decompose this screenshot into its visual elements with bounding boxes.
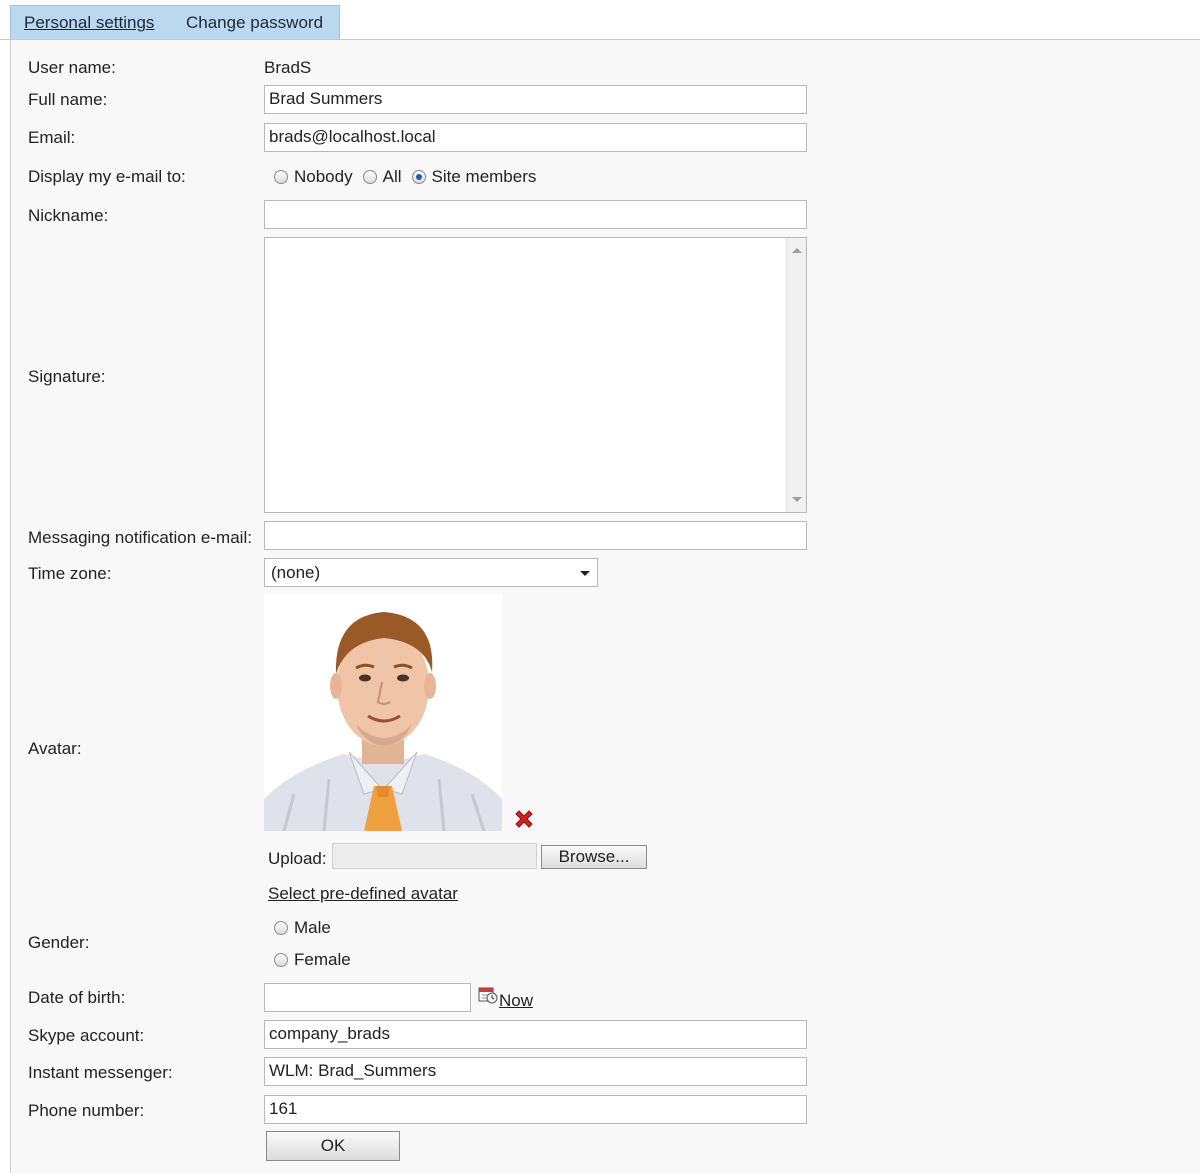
phone-input[interactable]: 161 (264, 1095, 807, 1124)
avatar (264, 594, 502, 831)
skype-input[interactable]: company_brads (264, 1020, 807, 1049)
messaging-email-label: Messaging notification e-mail: (28, 528, 252, 547)
radio-female[interactable] (274, 953, 288, 967)
signature-scrollbar[interactable] (786, 238, 806, 512)
gender-label: Gender: (28, 933, 90, 952)
im-input[interactable]: WLM: Brad_Summers (264, 1057, 807, 1086)
radio-nobody-label[interactable]: Nobody (294, 167, 353, 187)
tab-bar: Personal settings Change password (0, 0, 1200, 40)
messaging-email-input[interactable] (264, 521, 807, 550)
radio-male[interactable] (274, 921, 288, 935)
ok-button[interactable]: OK (266, 1131, 400, 1161)
browse-button[interactable]: Browse... (541, 845, 647, 869)
gender-male-option: Male (274, 918, 341, 938)
radio-all[interactable] (362, 170, 377, 184)
scroll-up-icon[interactable] (792, 248, 802, 253)
display-email-radio-group: Nobody All Site members (274, 167, 546, 187)
avatar-label: Avatar: (28, 739, 82, 758)
username-label: User name: (28, 58, 116, 77)
radio-male-label[interactable]: Male (294, 918, 331, 938)
avatar-image (264, 594, 502, 831)
im-label: Instant messenger: (28, 1063, 173, 1082)
radio-all-label[interactable]: All (383, 167, 402, 187)
timezone-select[interactable]: (none) (264, 558, 598, 587)
fullname-input[interactable]: Brad Summers (264, 85, 807, 114)
dob-input[interactable] (264, 983, 471, 1012)
chevron-down-icon (580, 571, 590, 576)
radio-female-label[interactable]: Female (294, 950, 351, 970)
skype-label: Skype account: (28, 1026, 145, 1045)
email-input[interactable]: brads@localhost.local (264, 123, 807, 152)
radio-site-members[interactable] (411, 170, 426, 184)
username-value: BradS (264, 58, 312, 77)
phone-label: Phone number: (28, 1101, 145, 1120)
radio-nobody[interactable] (274, 170, 288, 184)
scroll-down-icon[interactable] (792, 497, 802, 502)
tab-personal-settings[interactable]: Personal settings (24, 13, 154, 33)
gender-female-option: Female (274, 950, 361, 970)
display-email-label: Display my e-mail to: (28, 167, 186, 186)
calendar-icon[interactable] (478, 985, 498, 1005)
delete-x-icon[interactable] (513, 808, 535, 830)
signature-label: Signature: (28, 367, 106, 386)
signature-textarea[interactable] (264, 237, 807, 513)
radio-site-members-label[interactable]: Site members (432, 167, 537, 187)
email-label: Email: (28, 128, 76, 147)
tab-change-password[interactable]: Change password (186, 13, 323, 33)
predefined-avatar-link[interactable]: Select pre-defined avatar (268, 884, 458, 904)
upload-file-field[interactable] (332, 843, 537, 869)
dob-label: Date of birth: (28, 988, 126, 1007)
upload-label: Upload: (268, 849, 327, 868)
timezone-value: (none) (271, 563, 321, 582)
tab-strip: Personal settings Change password (10, 5, 340, 39)
now-link[interactable]: Now (499, 991, 533, 1011)
timezone-label: Time zone: (28, 564, 112, 583)
fullname-label: Full name: (28, 90, 108, 109)
nickname-input[interactable] (264, 200, 807, 229)
nickname-label: Nickname: (28, 206, 109, 225)
